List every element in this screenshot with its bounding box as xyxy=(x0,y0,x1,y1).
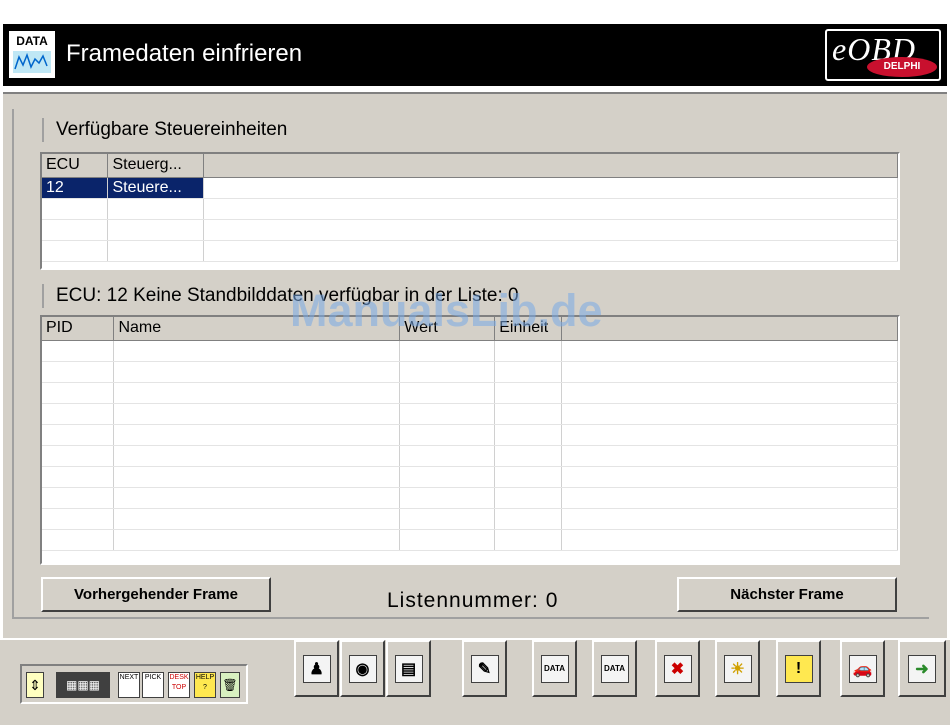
filler-col-header xyxy=(561,317,898,341)
main-panel: Verfügbare Steuereinheiten ECU Steuerg..… xyxy=(3,92,947,638)
pen-tool-icon: ✎ xyxy=(470,654,499,683)
keyboard-icon[interactable]: ▦▦▦ xyxy=(56,672,110,698)
table-row xyxy=(42,361,898,383)
exit-button[interactable]: ➜ xyxy=(898,640,946,697)
warning-icon: ! xyxy=(784,654,813,683)
cancel-x-icon: ✖ xyxy=(663,654,692,683)
table-row[interactable]: 12 Steuere... xyxy=(42,177,898,199)
ecu-col-header[interactable]: ECU xyxy=(42,154,109,178)
utility-icon-group: ⇕ ▦▦▦ NEXT PICK DESK TOP HELP ? 🗑 xyxy=(20,664,248,704)
table-row xyxy=(42,508,898,530)
previous-frame-button[interactable]: Vorhergehender Frame xyxy=(41,577,271,612)
filler-col-header xyxy=(203,154,898,178)
freeze-frame-table[interactable]: PID Name Wert Einheit xyxy=(40,315,900,565)
table-row xyxy=(42,445,898,467)
table-row xyxy=(42,466,898,488)
stick-tool-button[interactable]: ♟ xyxy=(294,640,339,697)
help-icon[interactable]: HELP ? xyxy=(194,672,216,698)
data-table-button[interactable]: DATA xyxy=(592,640,637,697)
car-icon: 🚗 xyxy=(848,654,877,683)
ecu-table[interactable]: ECU Steuerg... 12 Steuere... xyxy=(40,152,900,270)
filler-cell xyxy=(203,177,898,199)
table-row xyxy=(42,240,898,262)
table-row xyxy=(42,382,898,404)
eye-icon: ◉ xyxy=(348,654,377,683)
table-row xyxy=(42,340,898,362)
next-icon-label: NEXT xyxy=(119,674,139,681)
help-icon-label: HELP ? xyxy=(195,674,215,691)
warning-button[interactable]: ! xyxy=(776,640,821,697)
pick-icon[interactable]: PICK xyxy=(142,672,164,698)
table-row xyxy=(42,403,898,425)
ecu-table-header: ECU Steuerg... xyxy=(42,154,898,178)
desktop-icon[interactable]: DESK TOP xyxy=(168,672,190,698)
pen-tool-button[interactable]: ✎ xyxy=(462,640,507,697)
folder-data-button[interactable]: ▤ xyxy=(386,640,431,697)
pid-col-header[interactable]: PID xyxy=(42,317,115,341)
data-app-icon: DATA xyxy=(9,31,55,78)
window-title: Framedaten einfrieren xyxy=(66,40,303,67)
freeze-frame-grid: PID Name Wert Einheit xyxy=(42,317,898,551)
move-icon[interactable]: ⇕ xyxy=(26,672,44,698)
data-table-icon: DATA xyxy=(600,654,629,683)
name-col-header[interactable]: Name xyxy=(113,317,401,341)
table-row xyxy=(42,198,898,220)
stick-tool-icon: ♟ xyxy=(302,654,331,683)
light-button[interactable]: ☀ xyxy=(715,640,760,697)
table-row xyxy=(42,219,898,241)
folder-data-icon: ▤ xyxy=(394,654,423,683)
car-button[interactable]: 🚗 xyxy=(840,640,885,697)
eobd-logo: eOBD DELPHI xyxy=(825,29,941,81)
content-group: Verfügbare Steuereinheiten ECU Steuerg..… xyxy=(12,109,929,619)
pick-icon-label: PICK xyxy=(144,674,162,681)
value-col-header[interactable]: Wert xyxy=(399,317,496,341)
ecu-table-grid: ECU Steuerg... 12 Steuere... xyxy=(42,154,898,262)
title-bar: DATA Framedaten einfrieren eOBD DELPHI xyxy=(3,24,947,86)
freeze-section-title: ECU: 12 Keine Standbilddaten verfügbar i… xyxy=(42,284,519,308)
data-graph-icon: DATA xyxy=(540,654,569,683)
ecu-section-title: Verfügbare Steuereinheiten xyxy=(42,118,287,142)
control-unit-col-header[interactable]: Steuerg... xyxy=(107,154,205,178)
next-icon[interactable]: NEXT xyxy=(118,672,140,698)
unit-col-header[interactable]: Einheit xyxy=(494,317,563,341)
bottom-toolbar: ⇕ ▦▦▦ NEXT PICK DESK TOP HELP ? 🗑 ♟ ◉ ▤ … xyxy=(0,638,950,725)
cancel-button[interactable]: ✖ xyxy=(655,640,700,697)
light-icon: ☀ xyxy=(723,654,752,683)
list-number-label: Listennummer: 0 xyxy=(387,589,559,612)
exit-icon: ➜ xyxy=(908,654,936,683)
data-graph-button[interactable]: DATA xyxy=(532,640,577,697)
table-row xyxy=(42,529,898,551)
table-row xyxy=(42,424,898,446)
eye-button[interactable]: ◉ xyxy=(340,640,385,697)
desk-icon-label: DESK TOP xyxy=(169,674,189,691)
control-unit-cell[interactable]: Steuere... xyxy=(107,177,205,199)
next-frame-button[interactable]: Nächster Frame xyxy=(677,577,897,612)
ecu-cell[interactable]: 12 xyxy=(42,177,109,199)
freeze-table-header: PID Name Wert Einheit xyxy=(42,317,898,341)
table-row xyxy=(42,487,898,509)
trash-icon[interactable]: 🗑 xyxy=(220,672,240,698)
app-icon-label: DATA xyxy=(16,34,48,48)
delphi-logo: DELPHI xyxy=(867,57,937,77)
